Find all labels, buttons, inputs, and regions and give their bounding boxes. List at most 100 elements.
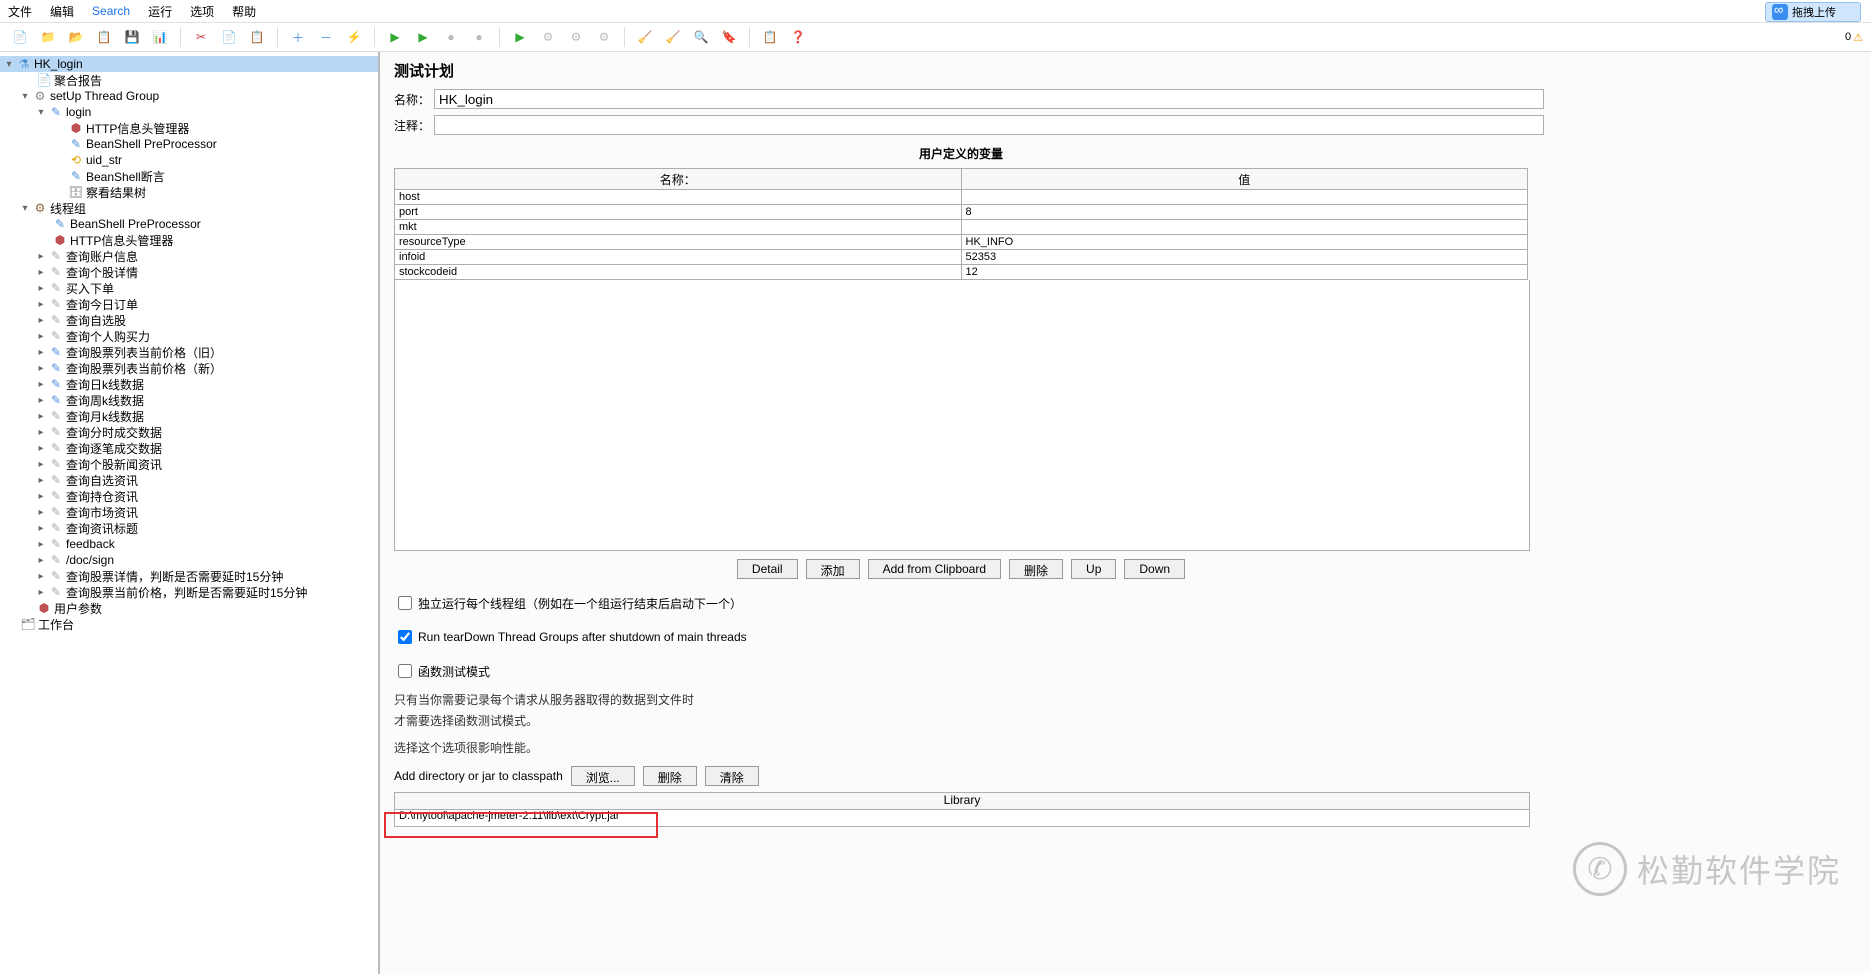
tree-item[interactable]: ▸✎查询股票当前价格，判断是否需要延时15分钟	[0, 584, 378, 600]
tree-item[interactable]: ▸✎查询账户信息	[0, 248, 378, 264]
tree-item[interactable]: ▸✎查询分时成交数据	[0, 424, 378, 440]
tree-item[interactable]: ▸✎查询周k线数据	[0, 392, 378, 408]
menu-run[interactable]: 运行	[148, 3, 172, 20]
copy-button[interactable]: 📄	[217, 25, 241, 49]
tree-item[interactable]: ▸✎查询逐笔成交数据	[0, 440, 378, 456]
clear-classpath-button[interactable]: 清除	[705, 766, 759, 786]
tree-item[interactable]: ▸✎/doc/sign	[0, 552, 378, 568]
tree-item[interactable]: ▾⚙线程组	[0, 200, 378, 216]
col-value[interactable]: 值	[961, 169, 1528, 190]
close-button[interactable]: 📋	[92, 25, 116, 49]
chk-functional-row: 函数测试模式	[394, 661, 1857, 681]
start-no-pause-button[interactable]: ▶	[411, 25, 435, 49]
user-vars-table[interactable]: 名称： 值 host port8 mkt resourceTypeHK_INFO…	[394, 168, 1528, 280]
tree-item[interactable]: ▸✎查询股票列表当前价格（新）	[0, 360, 378, 376]
detail-button[interactable]: Detail	[737, 559, 798, 579]
menu-file[interactable]: 文件	[8, 3, 32, 20]
name-input[interactable]	[434, 89, 1544, 109]
browse-button[interactable]: 浏览...	[571, 766, 635, 786]
menu-edit[interactable]: 编辑	[50, 3, 74, 20]
delete-button[interactable]: 删除	[1009, 559, 1063, 579]
add-button[interactable]: 添加	[806, 559, 860, 579]
menu-search[interactable]: Search	[92, 4, 130, 18]
col-name[interactable]: 名称：	[395, 169, 962, 190]
table-row[interactable]: stockcodeid12	[395, 265, 1528, 280]
remote-stop-all-button[interactable]: ⚙	[592, 25, 616, 49]
paste-button[interactable]: 📋	[245, 25, 269, 49]
stop-button[interactable]: ●	[439, 25, 463, 49]
templates-button[interactable]: 📁	[36, 25, 60, 49]
remote-start-all-button[interactable]: ⚙	[536, 25, 560, 49]
tree-item[interactable]: 🗄察看结果树	[0, 184, 378, 200]
remote-stop-button[interactable]: ⚙	[564, 25, 588, 49]
tree-item[interactable]: ▸✎查询持仓资讯	[0, 488, 378, 504]
down-button[interactable]: Down	[1124, 559, 1185, 579]
tree-item[interactable]: ⟲uid_str	[0, 152, 378, 168]
function-helper-button[interactable]: 📋	[758, 25, 782, 49]
upload-pill[interactable]: 拖拽上传	[1765, 2, 1861, 22]
tree-item[interactable]: ▸✎查询日k线数据	[0, 376, 378, 392]
collapse-button[interactable]: －	[314, 25, 338, 49]
functional-checkbox[interactable]	[398, 664, 412, 678]
tree-item[interactable]: ▸✎查询今日订单	[0, 296, 378, 312]
tree-item[interactable]: ⬢HTTP信息头管理器	[0, 120, 378, 136]
expand-button[interactable]: ＋	[286, 25, 310, 49]
tree-item[interactable]: ⬢HTTP信息头管理器	[0, 232, 378, 248]
menu-help[interactable]: 帮助	[232, 3, 256, 20]
tree-item[interactable]: ▾✎login	[0, 104, 378, 120]
tree-item[interactable]: ▸✎查询股票列表当前价格（旧）	[0, 344, 378, 360]
tree-item[interactable]: ▸✎查询个股新闻资讯	[0, 456, 378, 472]
test-plan-tree[interactable]: ▾⚗HK_login 📄聚合报告 ▾⚙setUp Thread Group ▾✎…	[0, 52, 380, 974]
toggle-button[interactable]: ⚡	[342, 25, 366, 49]
save-button[interactable]: 💾	[120, 25, 144, 49]
serial-checkbox[interactable]	[398, 596, 412, 610]
table-row[interactable]: port8	[395, 205, 1528, 220]
clear-all-button[interactable]: 🧹	[661, 25, 685, 49]
tree-item[interactable]: ▸✎查询月k线数据	[0, 408, 378, 424]
search-button[interactable]: 🔍	[689, 25, 713, 49]
tree-root[interactable]: ▾⚗HK_login	[0, 56, 378, 72]
menubar: 文件 编辑 Search 运行 选项 帮助 拖拽上传	[0, 0, 1871, 23]
menu-options[interactable]: 选项	[190, 3, 214, 20]
new-button[interactable]: 📄	[8, 25, 32, 49]
library-header[interactable]: Library	[395, 793, 1529, 810]
table-row[interactable]: infoid52353	[395, 250, 1528, 265]
tree-item[interactable]: ▸✎feedback	[0, 536, 378, 552]
tree-item[interactable]: ▸✎查询个股详情	[0, 264, 378, 280]
tree-item[interactable]: ✎BeanShell断言	[0, 168, 378, 184]
reset-search-button[interactable]: 🔖	[717, 25, 741, 49]
start-button[interactable]: ▶	[383, 25, 407, 49]
tree-item[interactable]: ▸✎查询股票详情，判断是否需要延时15分钟	[0, 568, 378, 584]
delete-classpath-button[interactable]: 删除	[643, 766, 697, 786]
comment-input[interactable]	[434, 115, 1544, 135]
library-cell[interactable]: D:\mytool\apache-jmeter-2.11\lib\ext\Cry…	[395, 810, 1529, 826]
tree-item[interactable]: ⬢用户参数	[0, 600, 378, 616]
save-as-button[interactable]: 📊	[148, 25, 172, 49]
open-button[interactable]: 📂	[64, 25, 88, 49]
add-clipboard-button[interactable]: Add from Clipboard	[868, 559, 1001, 579]
table-row[interactable]: mkt	[395, 220, 1528, 235]
tree-item[interactable]: ▸✎查询资讯标题	[0, 520, 378, 536]
tree-item[interactable]: ▸✎查询个人购买力	[0, 328, 378, 344]
library-table[interactable]: Library D:\mytool\apache-jmeter-2.11\lib…	[394, 792, 1530, 827]
tree-item[interactable]: ✎BeanShell PreProcessor	[0, 136, 378, 152]
tree-item[interactable]: ▸✎买入下单	[0, 280, 378, 296]
cut-button[interactable]: ✂	[189, 25, 213, 49]
teardown-checkbox[interactable]	[398, 630, 412, 644]
tree-item[interactable]: ✎BeanShell PreProcessor	[0, 216, 378, 232]
note1: 只有当你需要记录每个请求从服务器取得的数据到文件时	[394, 691, 1857, 708]
up-button[interactable]: Up	[1071, 559, 1116, 579]
help-button[interactable]: ❓	[786, 25, 810, 49]
tree-item[interactable]: 🗂工作台	[0, 616, 378, 632]
tree-item[interactable]: ▸✎查询自选股	[0, 312, 378, 328]
tree-item[interactable]: ▸✎查询市场资讯	[0, 504, 378, 520]
tree-item[interactable]: 📄聚合报告	[0, 72, 378, 88]
tree-item[interactable]: ▾⚙setUp Thread Group	[0, 88, 378, 104]
table-row[interactable]: host	[395, 190, 1528, 205]
clear-button[interactable]: 🧹	[633, 25, 657, 49]
table-row[interactable]: resourceTypeHK_INFO	[395, 235, 1528, 250]
separator	[624, 27, 625, 47]
tree-item[interactable]: ▸✎查询自选资讯	[0, 472, 378, 488]
shutdown-button[interactable]: ●	[467, 25, 491, 49]
remote-start-button[interactable]: ▶	[508, 25, 532, 49]
